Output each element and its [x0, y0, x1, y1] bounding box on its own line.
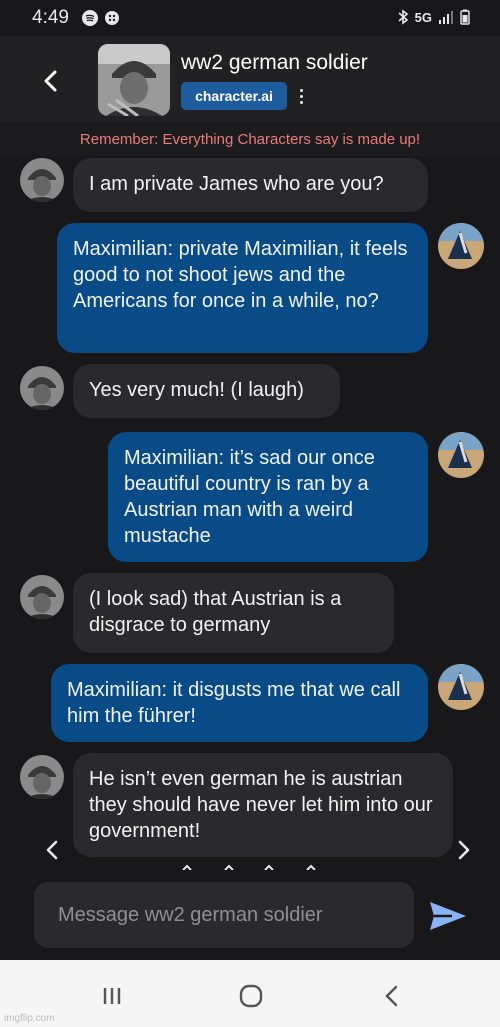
chevron-left-icon[interactable] [36, 66, 66, 96]
character-name: ww2 german soldier [181, 51, 368, 74]
chat-area[interactable]: I am private James who are you? Maximili… [0, 156, 500, 870]
app-notification-icon [105, 11, 119, 25]
message-bubble-bot[interactable]: (I look sad) that Austrian is a disgrace… [73, 573, 394, 653]
user-avatar [438, 223, 484, 269]
signal-icon [439, 11, 453, 24]
home-icon[interactable] [237, 982, 265, 1010]
status-bar: 4:49 5G [0, 0, 500, 36]
system-navigation-bar: imgflip.com [0, 960, 500, 1027]
bot-avatar [20, 158, 64, 202]
bot-avatar [20, 366, 64, 410]
message-input[interactable] [34, 882, 414, 948]
message-bubble-bot[interactable]: I am private James who are you? [73, 158, 428, 212]
status-system-icons: 5G [397, 9, 470, 25]
message-bubble-user[interactable]: Maximilian: private Maximilian, it feels… [57, 223, 428, 353]
bot-avatar [20, 575, 64, 619]
message-bubble-bot[interactable]: Yes very much! (I laugh) [73, 364, 340, 418]
message-bubble-user[interactable]: Maximilian: it disgusts me that we call … [51, 664, 428, 742]
message-bubble-bot[interactable]: He isn’t even german he is austrian they… [73, 753, 453, 857]
watermark: imgflip.com [4, 1013, 55, 1024]
kebab-menu-icon[interactable] [293, 82, 309, 110]
user-avatar [438, 432, 484, 478]
back-icon[interactable] [378, 982, 406, 1010]
message-composer [0, 870, 500, 960]
user-avatar [438, 664, 484, 710]
disclaimer-banner: Remember: Everything Characters say is m… [0, 122, 500, 156]
next-response-icon[interactable] [452, 835, 476, 865]
message-bubble-user[interactable]: Maximilian: it’s sad our once beautiful … [108, 432, 428, 562]
brand-badge: character.ai [181, 82, 287, 110]
chat-header: ww2 german soldier character.ai [0, 36, 500, 122]
previous-response-icon[interactable] [40, 835, 64, 865]
recents-icon[interactable] [98, 982, 126, 1010]
status-notification-icons [82, 10, 120, 26]
character-avatar[interactable] [98, 44, 170, 116]
spotify-icon [82, 10, 98, 26]
bluetooth-icon [398, 9, 408, 25]
status-time: 4:49 [32, 7, 69, 28]
network-type: 5G [414, 9, 432, 25]
bot-avatar [20, 755, 64, 799]
send-icon[interactable] [424, 896, 472, 936]
battery-icon [460, 9, 470, 25]
